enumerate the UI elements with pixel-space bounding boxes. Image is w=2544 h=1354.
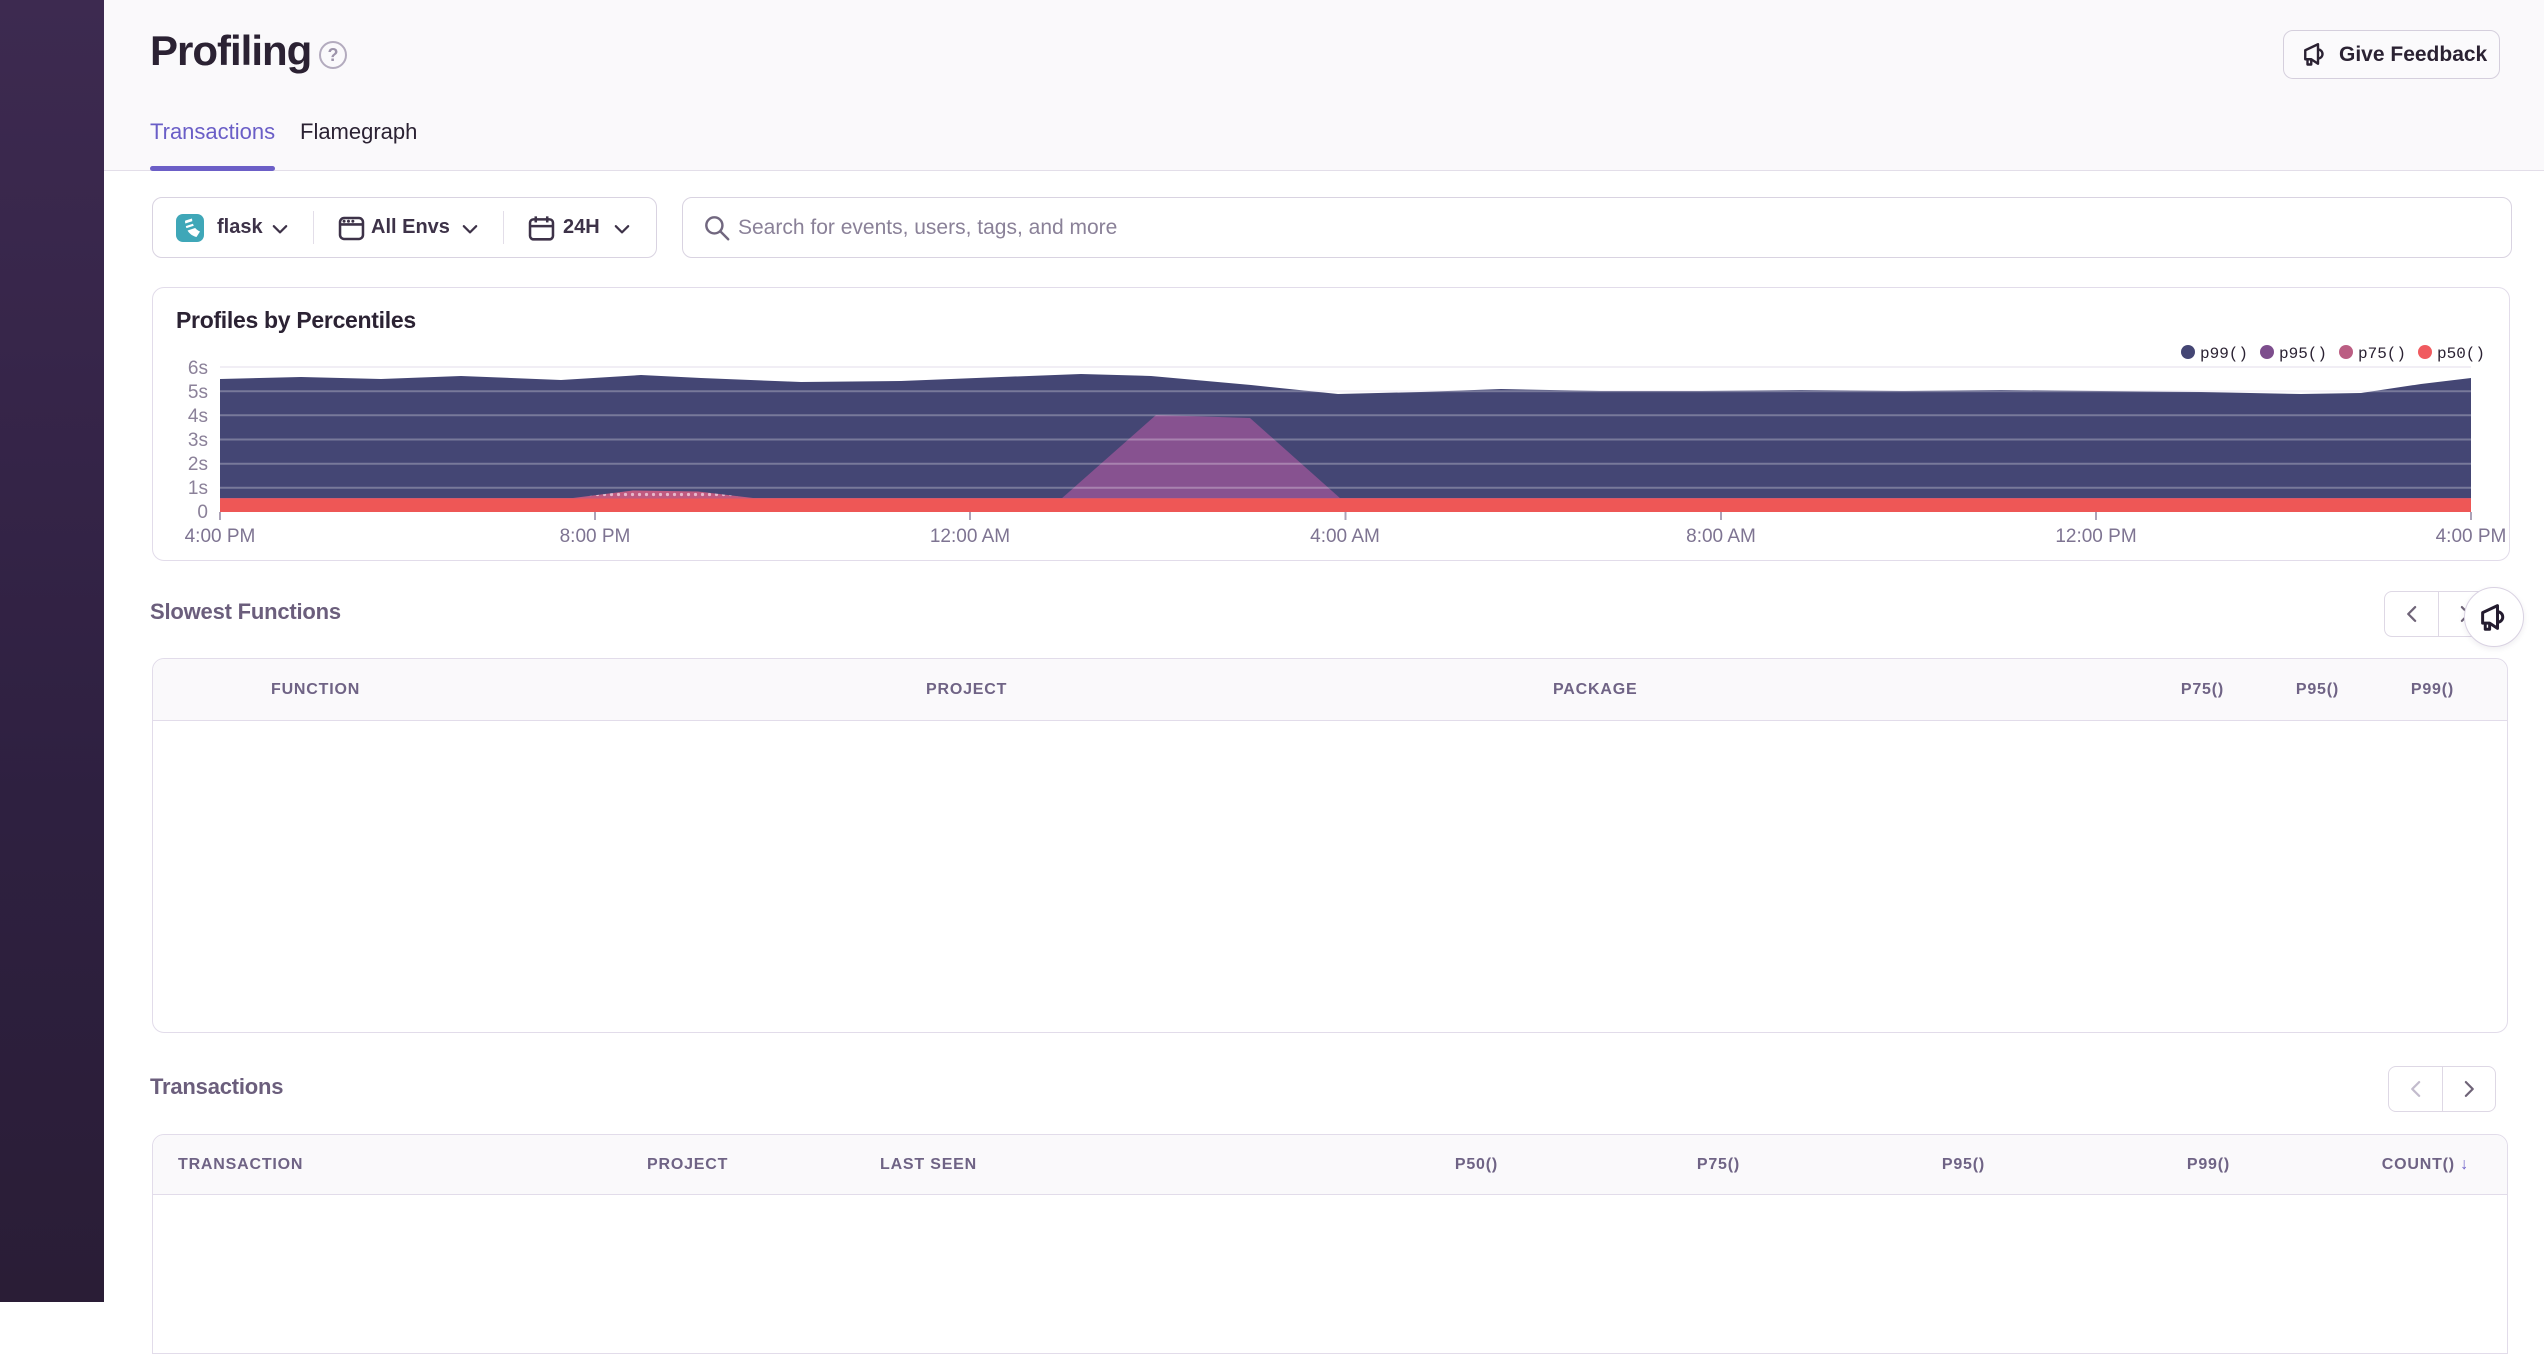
svg-text:8:00 PM: 8:00 PM xyxy=(560,526,631,547)
svg-text:12:00 AM: 12:00 AM xyxy=(930,526,1010,547)
svg-text:p75(): p75() xyxy=(2358,345,2406,363)
svg-text:p99(): p99() xyxy=(2200,345,2248,363)
svg-text:4:00 PM: 4:00 PM xyxy=(185,526,256,547)
svg-text:6s: 6s xyxy=(188,358,208,379)
svg-text:8:00 AM: 8:00 AM xyxy=(1686,526,1756,547)
svg-text:12:00 PM: 12:00 PM xyxy=(2055,526,2136,547)
svg-text:2s: 2s xyxy=(188,454,208,475)
svg-text:4:00 PM: 4:00 PM xyxy=(2436,526,2507,547)
svg-text:5s: 5s xyxy=(188,382,208,403)
svg-text:p50(): p50() xyxy=(2437,345,2485,363)
svg-text:3s: 3s xyxy=(188,430,208,451)
svg-text:1s: 1s xyxy=(188,478,208,499)
svg-text:4:00 AM: 4:00 AM xyxy=(1310,526,1380,547)
svg-text:0: 0 xyxy=(197,502,208,523)
svg-text:p95(): p95() xyxy=(2279,345,2327,363)
svg-text:4s: 4s xyxy=(188,406,208,427)
